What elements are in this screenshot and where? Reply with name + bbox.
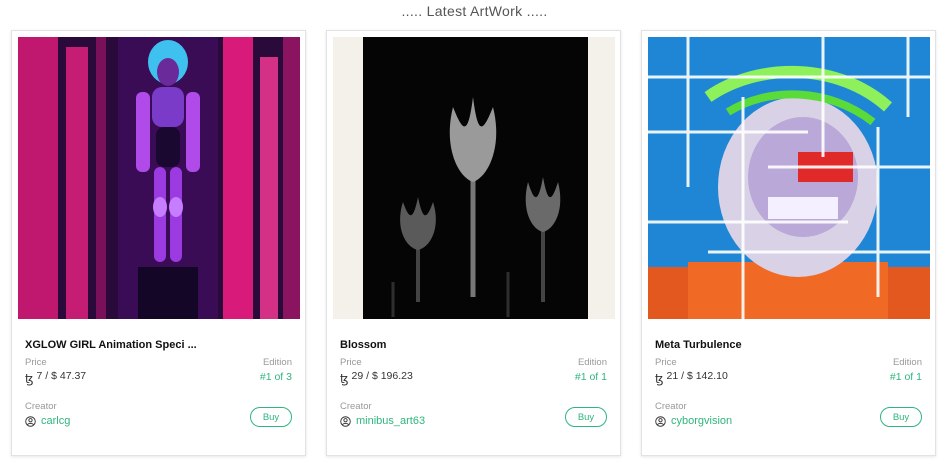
price-value: 29 / $ 196.23: [351, 370, 413, 382]
edition-label: Edition: [892, 357, 922, 368]
artwork-card[interactable]: Blossom Price Edition ꜩ 29 / $ 196.23 #1…: [326, 30, 621, 456]
buy-button[interactable]: Buy: [565, 407, 607, 427]
tezos-icon: ꜩ: [25, 372, 34, 386]
price-value: 7 / $ 47.37: [36, 370, 87, 382]
price-label: Price: [25, 357, 47, 368]
creator-label: Creator: [340, 401, 372, 412]
creator-link[interactable]: cyborgvision: [655, 415, 732, 427]
artwork-image[interactable]: [18, 37, 300, 319]
user-icon: [25, 415, 36, 427]
edition-value: #1 of 1: [889, 371, 922, 383]
creator-name[interactable]: cyborgvision: [671, 415, 732, 427]
artwork-dark-flowers: [333, 37, 615, 319]
creator-label: Creator: [655, 401, 687, 412]
edition-label: Edition: [577, 357, 607, 368]
creator-name[interactable]: carlcg: [41, 415, 70, 427]
edition-value: #1 of 3: [259, 371, 292, 383]
creator-link[interactable]: minibus_art63: [340, 415, 425, 427]
user-icon: [340, 415, 351, 427]
buy-button[interactable]: Buy: [880, 407, 922, 427]
section-title: ..... Latest ArtWork .....: [401, 3, 548, 19]
price-value: 21 / $ 142.10: [666, 370, 728, 382]
artwork-title[interactable]: Blossom: [340, 339, 605, 351]
artwork-image[interactable]: [648, 37, 930, 319]
artwork-card[interactable]: Meta Turbulence Price Edition ꜩ 21 / $ 1…: [641, 30, 936, 456]
artwork-title[interactable]: Meta Turbulence: [655, 339, 920, 351]
artwork-image[interactable]: [333, 37, 615, 319]
price-label: Price: [340, 357, 362, 368]
artwork-card[interactable]: XGLOW GIRL Animation Speci ... Price Edi…: [11, 30, 306, 456]
price: ꜩ 29 / $ 196.23: [340, 370, 413, 386]
edition-value: #1 of 1: [574, 371, 607, 383]
price: ꜩ 21 / $ 142.10: [655, 370, 728, 386]
artwork-title[interactable]: XGLOW GIRL Animation Speci ...: [25, 339, 290, 351]
creator-name[interactable]: minibus_art63: [356, 415, 425, 427]
buy-button[interactable]: Buy: [250, 407, 292, 427]
creator-link[interactable]: carlcg: [25, 415, 70, 427]
user-icon: [655, 415, 666, 427]
creator-label: Creator: [25, 401, 57, 412]
price-label: Price: [655, 357, 677, 368]
tezos-icon: ꜩ: [655, 372, 664, 386]
tezos-icon: ꜩ: [340, 372, 349, 386]
price: ꜩ 7 / $ 47.37: [25, 370, 87, 386]
artwork-neon-cyborg-girl: [18, 37, 300, 319]
edition-label: Edition: [262, 357, 292, 368]
artwork-glitch-portrait: [648, 37, 930, 319]
